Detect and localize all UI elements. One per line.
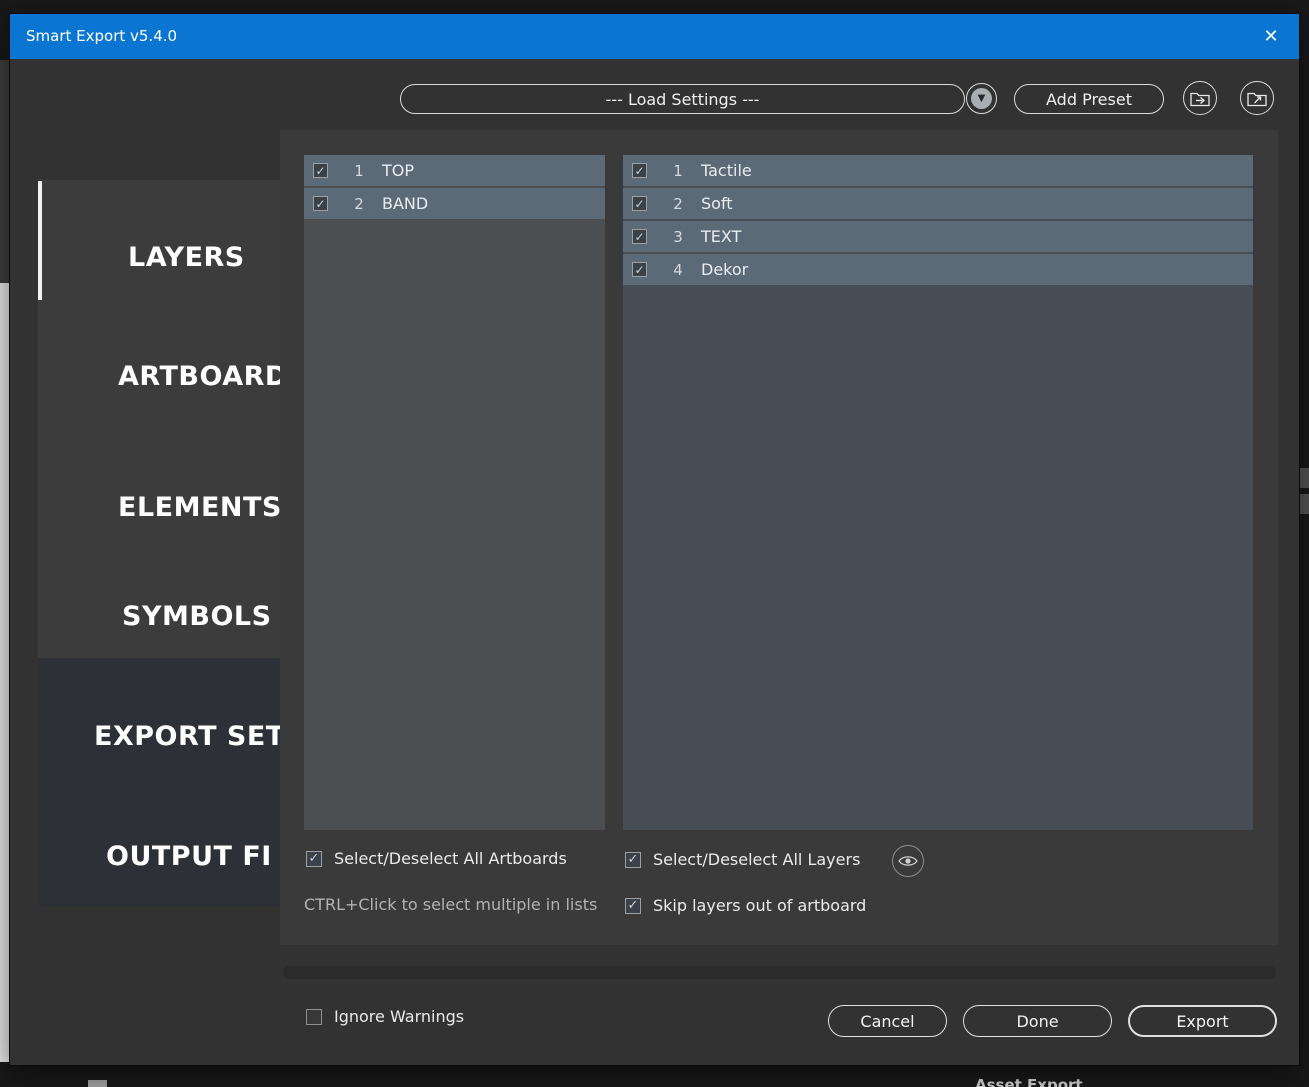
- select-all-artboards-label: Select/Deselect All Artboards: [334, 849, 567, 868]
- add-preset-button[interactable]: Add Preset: [1014, 84, 1164, 114]
- skip-layers-checkbox[interactable]: ✓ Skip layers out of artboard: [625, 896, 866, 915]
- load-settings-label: --- Load Settings ---: [605, 89, 760, 109]
- close-button[interactable]: ✕: [1253, 14, 1289, 59]
- dialog-title: Smart Export v5.4.0: [26, 27, 178, 45]
- canvas-edge-light: [0, 283, 9, 1062]
- artboard-row[interactable]: ✓ 1 TOP: [304, 155, 605, 186]
- ctrl-click-hint: CTRL+Click to select multiple in lists: [304, 895, 598, 914]
- canvas-edge-gray: [0, 60, 9, 283]
- panel-edge-mark: [1300, 494, 1309, 514]
- check-icon: ✓: [634, 196, 645, 211]
- desktop-background: Asset Export Smart Export v5.4.0 ✕ --- L…: [0, 0, 1309, 1087]
- checkbox[interactable]: [306, 1008, 322, 1025]
- import-preset-button[interactable]: [1183, 81, 1217, 115]
- check-icon: ✓: [627, 898, 639, 913]
- cancel-button[interactable]: Cancel: [828, 1005, 947, 1037]
- dialog-titlebar[interactable]: Smart Export v5.4.0 ✕: [10, 14, 1299, 59]
- checkbox[interactable]: ✓: [625, 851, 641, 868]
- check-icon: ✓: [627, 852, 639, 867]
- layer-checkbox[interactable]: ✓: [632, 196, 647, 211]
- ignore-warnings-label: Ignore Warnings: [334, 1007, 465, 1026]
- checkbox[interactable]: ✓: [306, 850, 322, 867]
- active-tab-indicator: [38, 181, 42, 300]
- check-icon: ✓: [634, 262, 645, 277]
- artboard-checkbox[interactable]: ✓: [313, 196, 328, 211]
- layer-number: 2: [673, 194, 683, 213]
- done-button[interactable]: Done: [963, 1005, 1112, 1037]
- artboard-number: 1: [354, 161, 364, 180]
- select-all-layers-label: Select/Deselect All Layers: [653, 850, 861, 869]
- tab-artboards[interactable]: ARTBOARD: [118, 360, 288, 394]
- checkbox[interactable]: ✓: [625, 897, 641, 914]
- layer-row[interactable]: ✓ 3 TEXT: [623, 221, 1253, 252]
- background-chip: [88, 1080, 107, 1087]
- check-icon: ✓: [315, 196, 326, 211]
- content-panel: ✓ 1 TOP ✓ 2 BAND ✓ 1 Tactile ✓ 2 Soft ✓ …: [280, 130, 1278, 945]
- layer-name: TEXT: [701, 227, 742, 246]
- separator-bar: [283, 966, 1276, 979]
- add-preset-label: Add Preset: [1046, 89, 1132, 109]
- artboard-name: TOP: [382, 161, 415, 180]
- select-all-artboards-checkbox[interactable]: ✓ Select/Deselect All Artboards: [306, 849, 567, 868]
- close-icon: ✕: [1263, 26, 1279, 47]
- layer-row[interactable]: ✓ 1 Tactile: [623, 155, 1253, 186]
- check-icon: ✓: [634, 163, 645, 178]
- layers-list[interactable]: ✓ 1 Tactile ✓ 2 Soft ✓ 3 TEXT ✓ 4 Dekor: [623, 155, 1253, 830]
- layer-checkbox[interactable]: ✓: [632, 229, 647, 244]
- asset-export-panel-label: Asset Export: [975, 1076, 1083, 1087]
- smart-export-dialog: Smart Export v5.4.0 ✕ --- Load Settings …: [10, 14, 1299, 1065]
- layer-number: 3: [673, 227, 683, 246]
- load-settings-select[interactable]: --- Load Settings ---: [400, 84, 965, 114]
- select-all-layers-checkbox[interactable]: ✓ Select/Deselect All Layers: [625, 850, 860, 869]
- layer-row[interactable]: ✓ 4 Dekor: [623, 254, 1253, 285]
- tab-elements[interactable]: ELEMENTS: [118, 491, 282, 525]
- artboard-checkbox[interactable]: ✓: [313, 163, 328, 178]
- panel-edge-mark: [1300, 468, 1309, 488]
- ignore-warnings-checkbox[interactable]: Ignore Warnings: [306, 1007, 464, 1026]
- check-icon: ✓: [308, 851, 320, 866]
- export-preset-button[interactable]: [1240, 81, 1274, 115]
- layer-number: 4: [673, 260, 683, 279]
- tab-export-settings[interactable]: EXPORT SET: [94, 720, 285, 754]
- artboard-name: BAND: [382, 194, 429, 213]
- layer-name: Dekor: [701, 260, 749, 279]
- preview-visibility-button[interactable]: [892, 845, 924, 877]
- layer-number: 1: [673, 161, 683, 180]
- eye-icon: [898, 856, 918, 866]
- layer-checkbox[interactable]: ✓: [632, 262, 647, 277]
- artboard-row[interactable]: ✓ 2 BAND: [304, 188, 605, 219]
- tab-output-files[interactable]: OUTPUT FI: [106, 840, 272, 874]
- artboards-list[interactable]: ✓ 1 TOP ✓ 2 BAND: [304, 155, 605, 830]
- chevron-down-icon: ▼: [971, 88, 992, 109]
- tab-symbols[interactable]: SYMBOLS: [122, 600, 272, 634]
- layer-name: Tactile: [701, 161, 752, 180]
- check-icon: ✓: [315, 163, 326, 178]
- folder-arrow-out-icon: [1247, 92, 1267, 106]
- tab-layers[interactable]: LAYERS: [128, 241, 245, 275]
- export-button[interactable]: Export: [1128, 1005, 1277, 1037]
- check-icon: ✓: [634, 229, 645, 244]
- layer-row[interactable]: ✓ 2 Soft: [623, 188, 1253, 219]
- folder-arrow-in-icon: [1190, 92, 1210, 106]
- skip-layers-label: Skip layers out of artboard: [653, 896, 867, 915]
- load-settings-dropdown-button[interactable]: ▼: [966, 83, 997, 114]
- layer-name: Soft: [701, 194, 733, 213]
- artboard-number: 2: [354, 194, 364, 213]
- layer-checkbox[interactable]: ✓: [632, 163, 647, 178]
